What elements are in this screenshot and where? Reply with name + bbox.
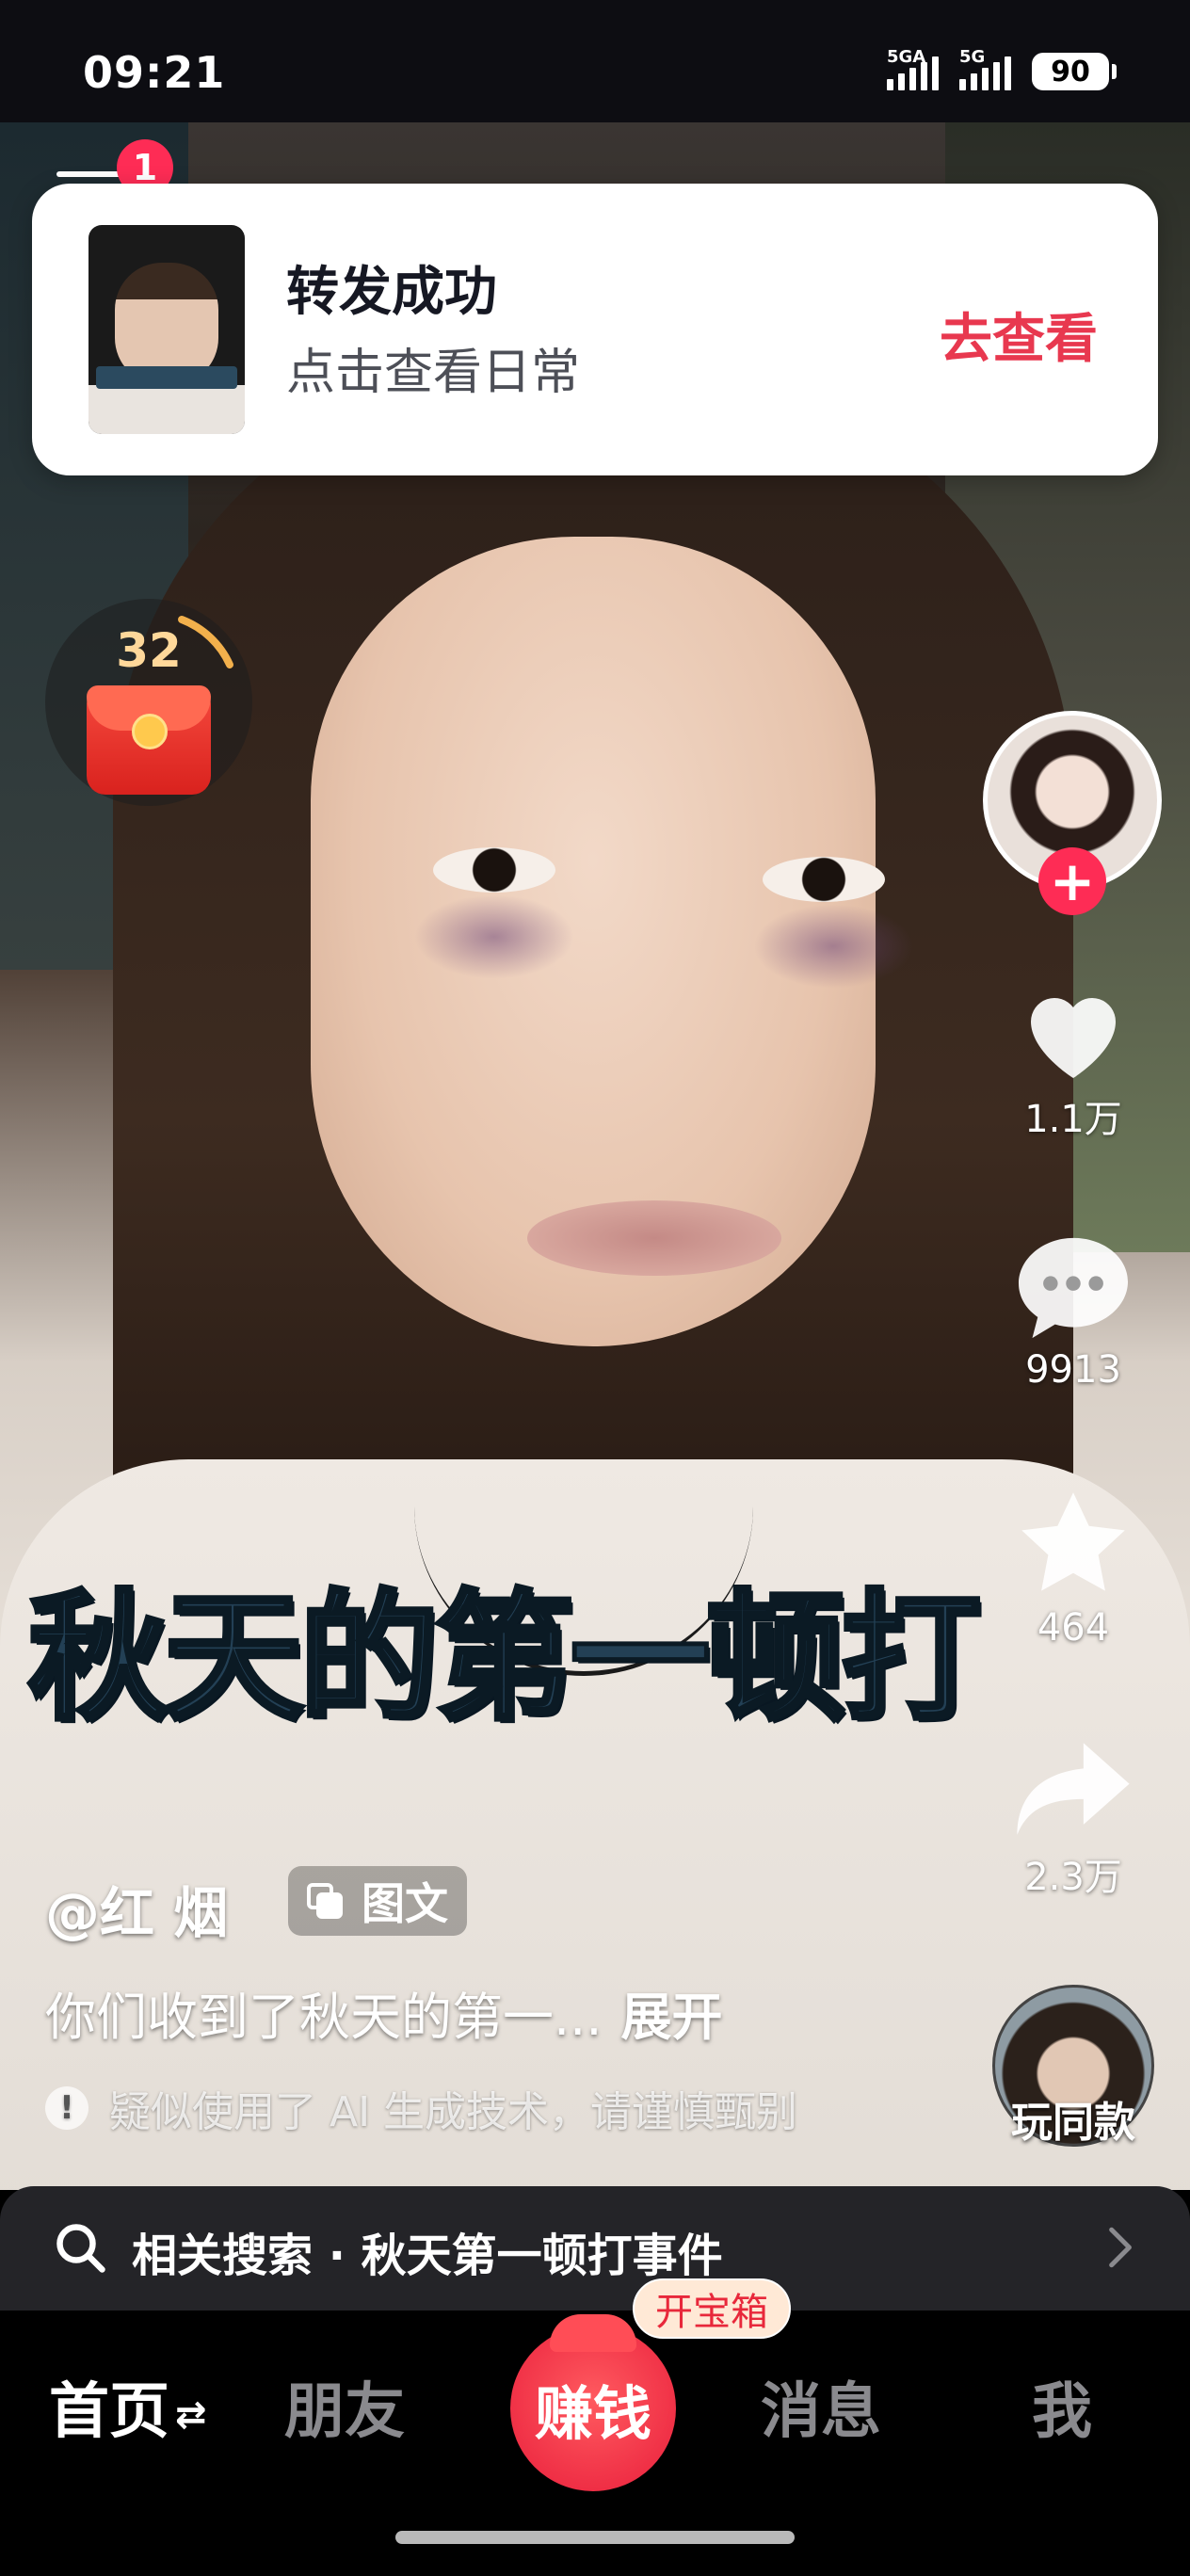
remix-label[interactable]: 玩同款 [979,2088,1167,2149]
signal-5g-icon: 5G [959,47,1011,90]
post-type-tag: 图文 [288,1866,467,1936]
toast-thumbnail [88,225,245,434]
star-icon [1021,1492,1125,1591]
expand-button[interactable]: 展开 [621,1988,723,2047]
comment-icon [1019,1237,1128,1339]
toast-title: 转发成功 [286,262,497,323]
tab-me[interactable]: 我 [1032,2363,1092,2450]
comment-count: 9913 [1025,1348,1121,1392]
share-success-toast[interactable]: 转发成功 点击查看日常 去查看 [32,184,1158,475]
like-button[interactable]: 1.1万 [998,979,1149,1143]
tab-friends[interactable]: 朋友 [284,2363,405,2450]
toast-subtitle: 点击查看日常 [286,345,581,401]
home-indicator [395,2531,795,2544]
treasure-box-badge[interactable]: 开宝箱 [633,2278,791,2339]
like-count: 1.1万 [1024,1098,1122,1141]
share-count: 2.3万 [1024,1856,1122,1899]
toast-view-button[interactable]: 去查看 [940,297,1098,373]
search-icon [56,2224,105,2273]
status-time: 09:21 [83,47,226,98]
tab-earn[interactable]: 赚钱 [510,2314,676,2491]
favorite-button[interactable]: 464 [998,1488,1149,1650]
status-icons: 5GA 5G 90 [887,47,1117,90]
favorite-count: 464 [1037,1606,1110,1650]
feed-switch-icon: ⇄ [175,2393,207,2438]
chevron-right-icon [1109,2227,1132,2268]
related-search-bar[interactable]: 相关搜索 · 秋天第一顿打事件 [0,2186,1190,2310]
image-text-icon [307,1883,345,1921]
follow-button[interactable]: + [1038,847,1106,915]
ai-generated-notice: ! 疑似使用了 AI 生成技术，请谨慎甄别 [45,2078,797,2138]
red-packet-icon [87,685,211,795]
author-name[interactable]: @红 烟 [45,1869,228,1948]
post-description[interactable]: 你们收到了秋天的第一... 展开 [45,1975,723,2050]
share-arrow-icon [1017,1743,1130,1835]
comment-button[interactable]: 9913 [998,1233,1149,1392]
tab-home[interactable]: 首页 ⇄ [49,2363,207,2450]
warning-icon: ! [45,2086,88,2130]
signal-5ga-icon: 5GA [887,47,939,90]
heart-icon [1031,998,1116,1078]
video-overlay-caption: 秋天的第一顿打 [26,1573,984,1742]
battery-icon: 90 [1032,53,1117,90]
red-packet-timer[interactable]: 32 [45,599,252,806]
related-search-text: 相关搜索 · 秋天第一顿打事件 [132,2230,723,2282]
tab-messages[interactable]: 消息 [761,2363,881,2450]
red-packet-countdown: 32 [116,623,182,678]
share-button[interactable]: 2.3万 [998,1737,1149,1901]
